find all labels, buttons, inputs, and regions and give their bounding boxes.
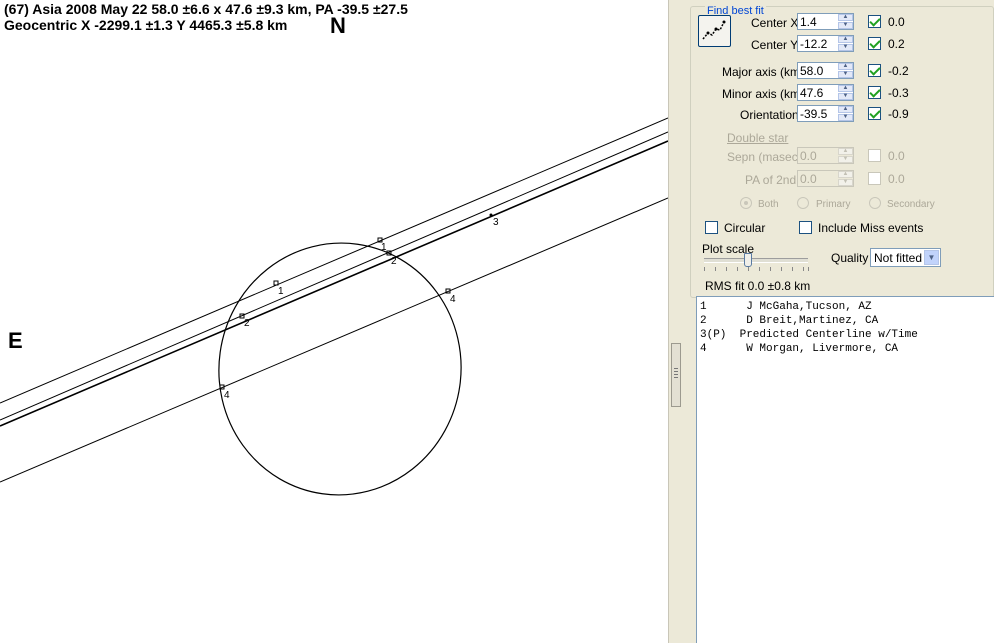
center-y-input[interactable]: -12.2 ▲ ▼: [797, 35, 854, 52]
chord-4-path: [0, 197, 668, 483]
sepn-input[interactable]: 0.0 ▲ ▼: [797, 147, 854, 164]
minor-axis-up[interactable]: ▲: [838, 85, 853, 92]
quality-select[interactable]: Not fitted ▼: [870, 248, 941, 267]
asteroid-outline: [218, 242, 462, 496]
minor-axis-label: Minor axis (km): [722, 87, 805, 101]
chevron-down-icon[interactable]: ▼: [924, 250, 939, 265]
chord-label-2b: 2: [391, 256, 397, 267]
center-y-checkbox[interactable]: [868, 37, 881, 50]
sepn-label: Sepn (masec): [727, 150, 802, 164]
major-axis-residual: -0.2: [888, 64, 909, 78]
orientation-input[interactable]: -39.5 ▲ ▼: [797, 105, 854, 122]
radio-both-label: Both: [758, 199, 779, 210]
major-axis-down[interactable]: ▼: [838, 71, 853, 78]
chord-label-1a: 1: [278, 286, 284, 297]
major-axis-label: Major axis (km): [722, 65, 805, 79]
major-axis-value: 58.0: [800, 64, 824, 78]
plot-title-line1: (67) Asia 2008 May 22 58.0 ±6.6 x 47.6 ±…: [4, 1, 408, 17]
center-x-label: Center X: [751, 16, 799, 30]
plot-title-line2: Geocentric X -2299.1 ±1.3 Y 4465.3 ±5.8 …: [4, 17, 288, 33]
circular-label: Circular: [724, 221, 766, 235]
pa-2nd-down[interactable]: ▼: [838, 179, 853, 186]
north-label: N: [330, 13, 346, 38]
orientation-label: Orientation: [740, 108, 799, 122]
chord-label-1b: 1: [381, 242, 387, 253]
centerline-path: [0, 140, 668, 427]
radio-secondary-label: Secondary: [887, 199, 935, 210]
pa-2nd-label: PA of 2nd: [745, 173, 797, 187]
center-y-residual: 0.2: [888, 37, 905, 51]
quality-label: Quality: [831, 251, 869, 265]
center-x-checkbox[interactable]: [868, 15, 881, 28]
minor-axis-input[interactable]: 47.6 ▲ ▼: [797, 84, 854, 101]
center-y-value: -12.2: [800, 37, 828, 51]
double-star-label: Double star: [727, 131, 789, 145]
chord-1-path: [0, 117, 668, 404]
observer-list[interactable]: 1 J McGaha,Tucson, AZ 2 D Breit,Martinez…: [696, 296, 994, 643]
radio-both[interactable]: [740, 197, 752, 209]
include-miss-checkbox[interactable]: [799, 221, 812, 234]
major-axis-checkbox[interactable]: [868, 64, 881, 77]
center-x-value: 1.4: [800, 15, 817, 29]
pa-2nd-checkbox[interactable]: [868, 172, 881, 185]
chord-label-4b: 4: [450, 294, 456, 305]
fit-panel: Find best fit Center X 1.4 ▲ ▼ 0.0 Center…: [682, 0, 994, 643]
pa-2nd-input[interactable]: 0.0 ▲ ▼: [797, 170, 854, 187]
list-item[interactable]: 2 D Breit,Martinez, CA: [700, 314, 878, 328]
center-y-up[interactable]: ▲: [838, 36, 853, 43]
fit-curve-icon: [702, 20, 726, 40]
list-item[interactable]: 3(P) Predicted Centerline w/Time: [700, 328, 918, 342]
sepn-residual: 0.0: [888, 149, 905, 163]
rms-fit-text: RMS fit 0.0 ±0.8 km: [705, 279, 811, 293]
pa-2nd-up[interactable]: ▲: [838, 171, 853, 178]
chord-label-4a: 4: [224, 390, 230, 401]
center-y-down[interactable]: ▼: [838, 44, 853, 51]
list-item[interactable]: 1 J McGaha,Tucson, AZ: [700, 300, 872, 314]
minor-axis-down[interactable]: ▼: [838, 93, 853, 100]
sepn-up[interactable]: ▲: [838, 148, 853, 155]
orientation-checkbox[interactable]: [868, 107, 881, 120]
panel-splitter[interactable]: [668, 0, 683, 643]
orientation-down[interactable]: ▼: [838, 114, 853, 121]
center-x-input[interactable]: 1.4 ▲ ▼: [797, 13, 854, 30]
major-axis-input[interactable]: 58.0 ▲ ▼: [797, 62, 854, 79]
sepn-checkbox[interactable]: [868, 149, 881, 162]
list-item[interactable]: 4 W Morgan, Livermore, CA: [700, 342, 898, 356]
center-x-up[interactable]: ▲: [838, 14, 853, 21]
include-miss-label: Include Miss events: [818, 221, 924, 235]
center-x-residual: 0.0: [888, 15, 905, 29]
sepn-value: 0.0: [800, 149, 817, 163]
splitter-grip[interactable]: [671, 343, 681, 407]
sepn-down[interactable]: ▼: [838, 156, 853, 163]
radio-primary[interactable]: [797, 197, 809, 209]
pa-2nd-value: 0.0: [800, 172, 817, 186]
east-label: E: [8, 328, 23, 353]
radio-secondary[interactable]: [869, 197, 881, 209]
occultation-plot: 1 1 2 2 3 4 4 (67) Asia 2008 May 22 58.0…: [0, 0, 668, 643]
find-best-fit-button[interactable]: [698, 15, 731, 47]
circular-checkbox[interactable]: [705, 221, 718, 234]
center-y-label: Center Y: [751, 38, 799, 52]
minor-axis-residual: -0.3: [888, 86, 909, 100]
pa-2nd-residual: 0.0: [888, 172, 905, 186]
chord-label-2a: 2: [244, 318, 250, 329]
plot-scale-thumb[interactable]: [744, 253, 752, 267]
orientation-up[interactable]: ▲: [838, 106, 853, 113]
minor-axis-checkbox[interactable]: [868, 86, 881, 99]
minor-axis-value: 47.6: [800, 86, 824, 100]
chord-label-3: 3: [493, 217, 499, 228]
major-axis-up[interactable]: ▲: [838, 63, 853, 70]
quality-value: Not fitted: [874, 251, 923, 265]
plot-scale-slider[interactable]: [704, 258, 808, 263]
orientation-residual: -0.9: [888, 107, 909, 121]
center-x-down[interactable]: ▼: [838, 22, 853, 29]
chord-2-path: [0, 131, 668, 421]
chord-diagram: 1 1 2 2 3 4 4: [0, 117, 668, 496]
plot-scale-ticks: [704, 267, 814, 271]
orientation-value: -39.5: [800, 107, 828, 121]
radio-primary-label: Primary: [816, 199, 851, 210]
